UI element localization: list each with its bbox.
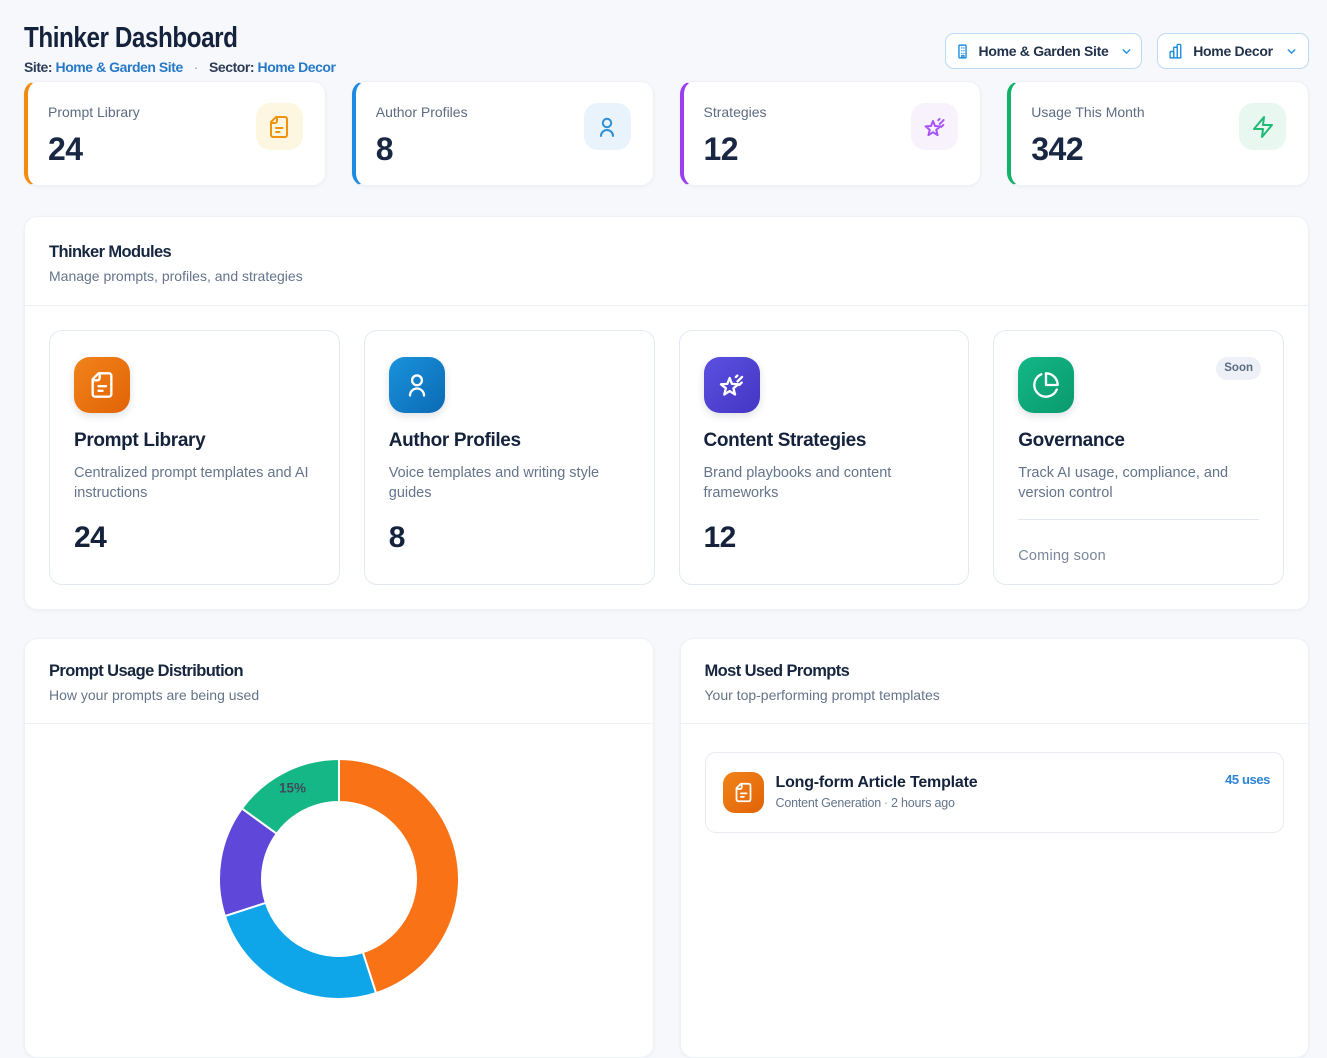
svg-text:15%: 15% xyxy=(279,781,306,796)
